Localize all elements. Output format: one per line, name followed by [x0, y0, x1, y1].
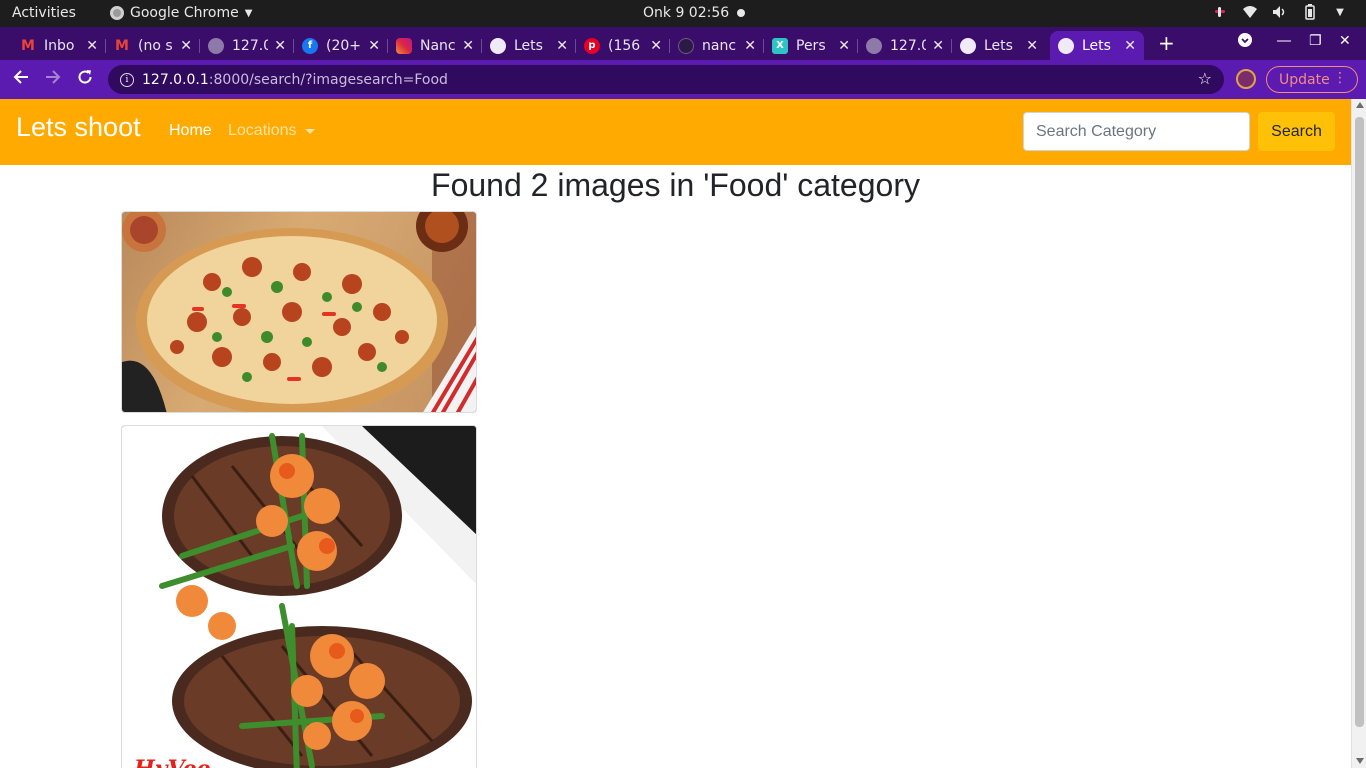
hyvee-logo: HyVee	[134, 756, 211, 768]
close-icon[interactable]: ✕	[86, 38, 98, 54]
close-icon[interactable]: ✕	[368, 38, 380, 54]
nav-dropdown-locations[interactable]: Locations	[228, 122, 315, 140]
tab-lets-shoot-2[interactable]: Lets ✕	[952, 31, 1046, 60]
update-button[interactable]: Update ⋮	[1266, 66, 1358, 93]
tab-title: 127.0	[890, 37, 926, 54]
close-icon[interactable]: ✕	[462, 38, 474, 54]
tab-title: Inbo	[44, 37, 75, 54]
tab-title: (no s	[138, 37, 173, 54]
app-name: Google Chrome	[130, 5, 239, 21]
tab-instagram[interactable]: Nanc ✕	[388, 31, 482, 60]
site-navbar: Lets shoot Home Locations Search	[0, 99, 1351, 165]
bookmark-star-icon[interactable]: ☆	[1198, 69, 1212, 88]
search-category-input[interactable]	[1023, 112, 1250, 151]
close-icon[interactable]: ✕	[274, 38, 286, 54]
tab-personal[interactable]: X Pers ✕	[764, 31, 858, 60]
site-brand[interactable]: Lets shoot	[16, 112, 141, 143]
os-top-bar: Activities Google Chrome ▼ Onk 9 02:56 ▼	[0, 0, 1366, 27]
tab-localhost[interactable]: 127.0 ✕	[200, 31, 294, 60]
address-bar[interactable]: i 127.0.0.1:8000/search/?imagesearch=Foo…	[108, 65, 1224, 94]
close-window-icon[interactable]: ✕	[1339, 33, 1351, 49]
scroll-up-icon[interactable]	[1356, 102, 1364, 108]
chevron-down-icon[interactable]: ▼	[1332, 4, 1348, 20]
pinterest-icon: p	[584, 37, 600, 54]
update-label: Update	[1279, 71, 1330, 88]
image-card[interactable]: HyVee	[121, 425, 477, 768]
tab-lets-shoot-active[interactable]: Lets ✕	[1050, 31, 1144, 60]
maximize-icon[interactable]: ❐	[1309, 33, 1322, 49]
tab-title: (20+	[326, 37, 362, 54]
tab-facebook[interactable]: f (20+ ✕	[294, 31, 388, 60]
minimize-icon[interactable]: ―	[1277, 33, 1291, 49]
close-icon[interactable]: ✕	[932, 38, 944, 54]
page-viewport: Lets shoot Home Locations Search Found 2…	[0, 99, 1366, 768]
tab-gmail-inbox[interactable]: M Inbo ✕	[12, 31, 106, 60]
info-icon[interactable]: i	[120, 72, 134, 87]
globe-icon	[208, 37, 224, 54]
results-heading: Found 2 images in 'Food' category	[431, 167, 920, 203]
caret-down-icon	[304, 128, 315, 134]
tab-lets-shoot[interactable]: Lets ✕	[482, 31, 576, 60]
instagram-icon	[396, 37, 412, 54]
close-icon[interactable]: ✕	[838, 38, 850, 54]
tab-title: Lets	[984, 37, 1013, 54]
nav-locations-label: Locations	[228, 122, 297, 139]
image-card[interactable]	[121, 211, 477, 413]
close-icon[interactable]: ✕	[1124, 38, 1136, 54]
tab-localhost-2[interactable]: 127.0 ✕	[858, 31, 952, 60]
volume-icon[interactable]	[1272, 4, 1288, 20]
tab-title: Lets	[514, 37, 543, 54]
clock[interactable]: Onk 9 02:56	[643, 5, 729, 21]
reload-icon[interactable]	[77, 69, 93, 90]
close-icon[interactable]: ✕	[1026, 38, 1038, 54]
menu-dots-icon[interactable]: ⋮	[1333, 70, 1347, 86]
tab-title: Lets	[1082, 37, 1111, 54]
github-icon	[678, 37, 694, 54]
forward-icon[interactable]	[45, 69, 61, 90]
tab-gmail-draft[interactable]: M (no s ✕	[106, 31, 200, 60]
activities-button[interactable]: Activities	[12, 5, 76, 21]
chrome-icon	[110, 6, 124, 20]
close-icon[interactable]: ✕	[650, 38, 662, 54]
tab-title: nanc	[702, 37, 737, 54]
page-scrollbar[interactable]	[1351, 99, 1366, 768]
globe-icon	[866, 37, 882, 54]
globe-icon	[490, 37, 506, 54]
globe-icon	[1058, 37, 1074, 54]
browser-toolbar: i 127.0.0.1:8000/search/?imagesearch=Foo…	[0, 60, 1366, 99]
gmail-icon: M	[115, 37, 129, 54]
url-host: 127.0.0.1	[142, 71, 209, 88]
close-icon[interactable]: ✕	[556, 38, 568, 54]
slack-icon[interactable]	[1212, 4, 1228, 20]
tab-github[interactable]: nanc ✕	[670, 31, 764, 60]
wifi-icon[interactable]	[1242, 4, 1258, 20]
globe-icon	[960, 37, 976, 54]
close-icon[interactable]: ✕	[744, 38, 756, 54]
url-path: :8000/search/?imagesearch=Food	[208, 71, 448, 88]
tab-title: 127.0	[232, 37, 268, 54]
nav-link-home[interactable]: Home	[169, 122, 212, 140]
tab-search-icon[interactable]	[1238, 33, 1252, 51]
back-icon[interactable]	[13, 69, 29, 90]
tab-title: (156	[608, 37, 641, 54]
steak-image: HyVee	[122, 426, 476, 768]
close-icon[interactable]: ✕	[180, 38, 192, 54]
app-menu[interactable]: Google Chrome ▼	[110, 5, 252, 21]
tab-title: Nanc	[420, 37, 456, 54]
tab-title: Pers	[796, 37, 826, 54]
pizza-image	[122, 212, 476, 412]
tab-pinterest[interactable]: p (156 ✕	[576, 31, 670, 60]
notification-dot	[737, 9, 745, 17]
chevron-down-icon: ▼	[244, 7, 253, 19]
gmail-icon: M	[21, 37, 35, 54]
system-tray[interactable]: ▼	[1212, 4, 1348, 20]
battery-icon[interactable]	[1302, 4, 1318, 20]
profile-avatar[interactable]	[1236, 69, 1256, 89]
facebook-icon: f	[302, 37, 318, 54]
scroll-down-icon[interactable]	[1356, 758, 1364, 764]
scrollbar-thumb[interactable]	[1355, 117, 1364, 727]
search-button[interactable]: Search	[1258, 112, 1335, 151]
new-tab-button[interactable]: +	[1158, 33, 1175, 53]
x-icon: X	[772, 37, 788, 54]
